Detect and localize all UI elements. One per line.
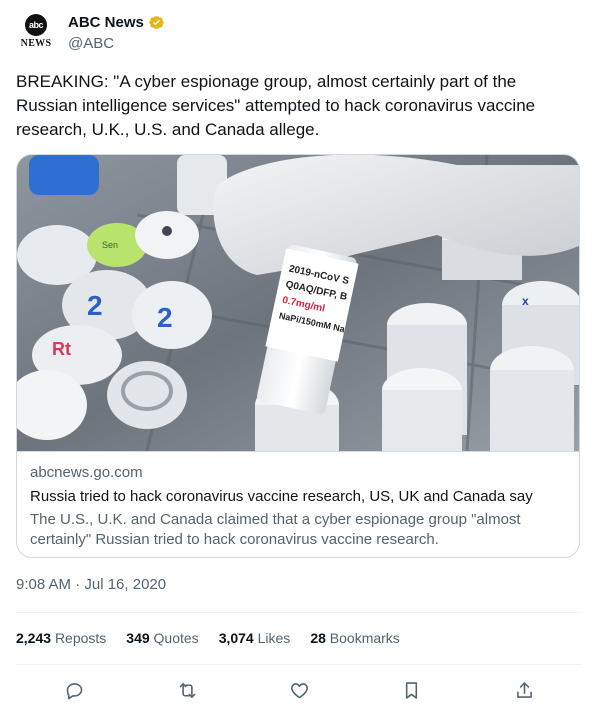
card-meta: abcnews.go.com Russia tried to hack coro… xyxy=(17,451,579,548)
tweet-header: abc NEWS ABC News @ABC xyxy=(16,10,582,58)
reply-icon xyxy=(66,682,82,699)
action-bar xyxy=(16,676,582,704)
likes-label: Likes xyxy=(257,630,291,646)
name-row: ABC News xyxy=(68,14,165,31)
timestamp[interactable]: 9:08 AM · Jul 16, 2020 xyxy=(16,576,166,593)
engagement-stats: 2,243 Reposts 349 Quotes 3,074 Likes 28 … xyxy=(16,630,400,646)
share-button[interactable] xyxy=(510,676,538,704)
bookmarks-count: 28 xyxy=(310,630,326,646)
tweet-text: BREAKING: "A cyber espionage group, almo… xyxy=(16,72,536,139)
bookmark-icon xyxy=(405,681,417,699)
handle[interactable]: @ABC xyxy=(68,35,114,52)
display-name[interactable]: ABC News xyxy=(68,14,144,31)
quotes-label: Quotes xyxy=(153,630,199,646)
svg-text:Rt: Rt xyxy=(52,339,71,359)
share-icon xyxy=(516,681,532,698)
divider xyxy=(16,664,582,665)
repost-icon xyxy=(179,682,195,698)
avatar-news-text: NEWS xyxy=(20,38,52,49)
like-button[interactable] xyxy=(285,676,313,704)
abc-logo: abc xyxy=(25,14,47,36)
card-title: Russia tried to hack coronavirus vaccine… xyxy=(30,488,533,505)
card-image: Sen 2 2 Rt x 2019-nCoV S Q0AQ/DFP, B 0.7… xyxy=(17,155,579,451)
svg-text:2: 2 xyxy=(157,302,173,333)
card-domain: abcnews.go.com xyxy=(30,464,143,481)
bookmark-button[interactable] xyxy=(397,676,425,704)
likes-count: 3,074 xyxy=(218,630,254,646)
reply-button[interactable] xyxy=(60,676,88,704)
svg-text:Sen: Sen xyxy=(102,240,118,250)
quotes-stat[interactable]: 349 Quotes xyxy=(126,630,198,646)
verified-badge-icon xyxy=(148,14,165,31)
bookmarks-stat[interactable]: 28 Bookmarks xyxy=(310,630,400,646)
reposts-count: 2,243 xyxy=(16,630,52,646)
svg-text:2: 2 xyxy=(87,290,103,321)
repost-button[interactable] xyxy=(173,676,201,704)
avatar[interactable]: abc NEWS xyxy=(16,14,56,54)
reposts-stat[interactable]: 2,243 Reposts xyxy=(16,630,106,646)
like-icon xyxy=(290,682,308,698)
reposts-label: Reposts xyxy=(54,630,107,646)
bookmarks-label: Bookmarks xyxy=(329,630,400,646)
likes-stat[interactable]: 3,074 Likes xyxy=(219,630,291,646)
quotes-count: 349 xyxy=(126,630,150,646)
card-description: The U.S., U.K. and Canada claimed that a… xyxy=(30,511,521,548)
svg-text:x: x xyxy=(522,294,529,308)
divider xyxy=(16,612,582,613)
link-card[interactable]: Sen 2 2 Rt x 2019-nCoV S Q0AQ/DFP, B 0.7… xyxy=(16,154,580,558)
